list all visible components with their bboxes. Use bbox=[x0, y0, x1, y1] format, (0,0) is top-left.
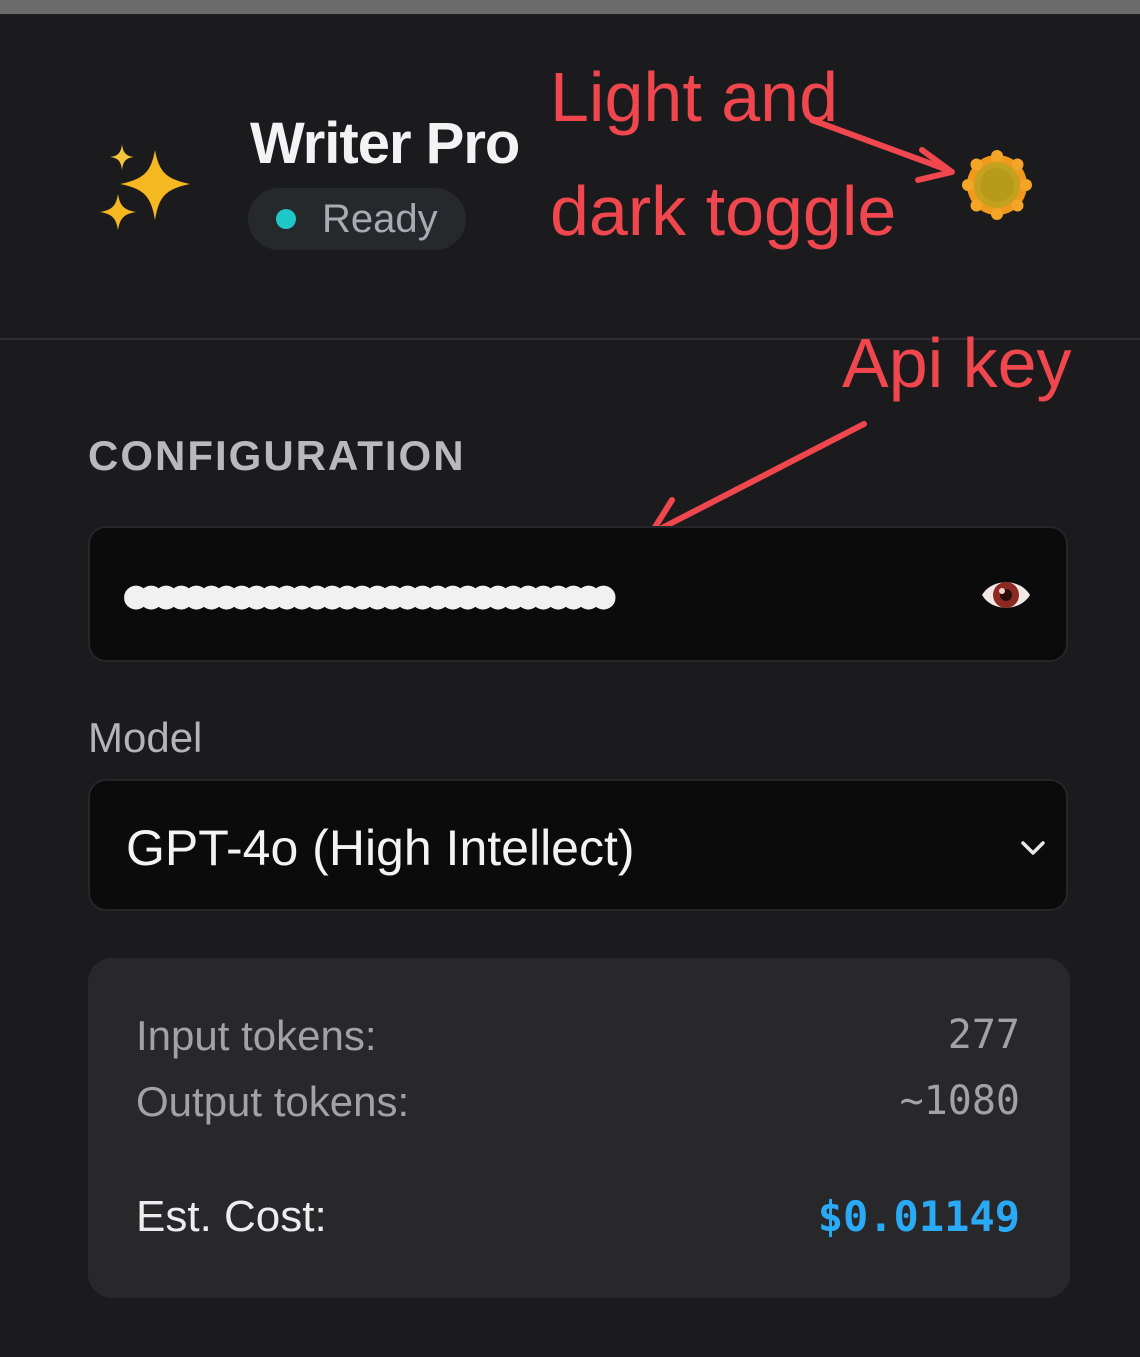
sparkles-icon bbox=[100, 144, 190, 230]
est-cost-value: $0.01149 bbox=[817, 1192, 1020, 1241]
input-tokens-value: 277 bbox=[947, 1012, 1020, 1058]
input-tokens-label: Input tokens: bbox=[136, 1012, 377, 1059]
annotation-api-key: Api key bbox=[842, 324, 1072, 402]
model-label: Model bbox=[88, 714, 203, 761]
eye-icon[interactable] bbox=[980, 572, 1032, 618]
configuration-heading: CONFIGURATION bbox=[88, 432, 466, 479]
sun-icon[interactable] bbox=[962, 150, 1032, 220]
status-text: Ready bbox=[322, 196, 438, 241]
window-top-border bbox=[0, 0, 1140, 14]
output-tokens-value: ~1080 bbox=[899, 1078, 1020, 1124]
annotation-toggle-line1: Light and bbox=[550, 58, 839, 136]
arrow-to-api-key bbox=[655, 421, 867, 533]
status-badge: Ready bbox=[248, 188, 466, 250]
api-key-value[interactable]: ●●●●●●●●●●●●●●●●●●●●●●●●●●●●●●●● bbox=[124, 572, 616, 618]
est-cost-label: Est. Cost: bbox=[136, 1192, 327, 1241]
api-key-field[interactable]: ●●●●●●●●●●●●●●●●●●●●●●●●●●●●●●●● bbox=[88, 526, 1068, 662]
output-tokens-label: Output tokens: bbox=[136, 1078, 410, 1125]
app-title: Writer Pro bbox=[250, 111, 520, 176]
annotation-toggle-line2: dark toggle bbox=[550, 172, 897, 250]
model-selected-value[interactable]: GPT-4o (High Intellect) bbox=[126, 819, 635, 877]
status-dot-icon bbox=[276, 209, 296, 229]
model-select[interactable]: GPT-4o (High Intellect) bbox=[88, 779, 1068, 911]
sidebar-panel: Writer Pro Ready Light and dark toggle A… bbox=[0, 14, 1140, 1357]
chevron-down-icon[interactable] bbox=[1018, 835, 1048, 859]
token-stats-card: Input tokens: 277 Output tokens: ~1080 E… bbox=[88, 958, 1070, 1298]
